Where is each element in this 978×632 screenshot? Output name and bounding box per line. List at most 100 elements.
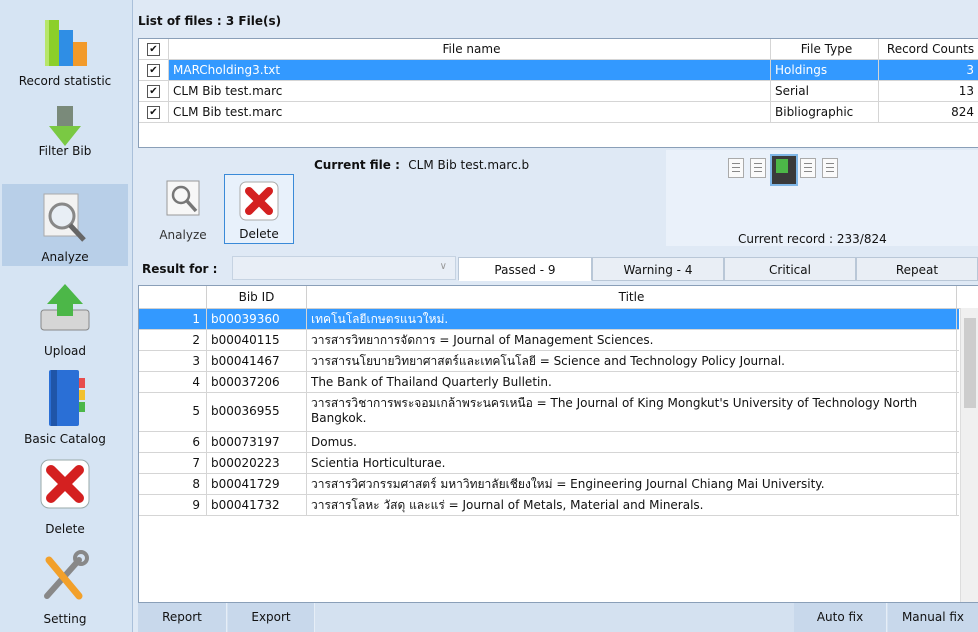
col-file-type[interactable]: File Type [771,39,879,59]
bib-title: The Bank of Thailand Quarterly Bulletin. [307,372,957,392]
bib-title: วารสารวิศวกรรมศาสตร์ มหาวิทยาลัยเชียงใหม… [307,474,957,494]
magnifier-icon [43,193,86,242]
tab-repeat[interactable]: Repeat [856,257,978,281]
record-count: 3 [879,60,978,80]
result-for-label: Result for : [142,262,218,276]
table-row[interactable]: 8 b00041729 วารสารวิศวกรรมศาสตร์ มหาวิทย… [139,474,959,495]
chevron-down-icon: ∨ [439,261,447,272]
file-name: CLM Bib test.marc [169,102,771,122]
bib-title: วารสารวิทยาการจัดการ = Journal of Manage… [307,330,957,350]
table-row[interactable]: 9 b00041732 วารสารโลหะ วัสดุ และแร่ = Jo… [139,495,959,516]
delete-x-icon [40,459,90,509]
sidebar-item-label: Delete [45,522,85,536]
file-type: Holdings [771,60,879,80]
table-row[interactable]: 2 b00040115 วารสารวิทยาการจัดการ = Journ… [139,330,959,351]
upload-icon [40,284,90,331]
file-table: ✔ File name File Type Record Counts ✔ MA… [138,38,978,148]
current-page-icon[interactable] [770,154,798,186]
bib-id: b00073197 [207,432,307,452]
page-first-icon[interactable] [728,158,744,178]
page-last-icon[interactable] [822,158,838,178]
table-row[interactable]: 7 b00020223 Scientia Horticulturae. [139,453,959,474]
bib-id: b00037206 [207,372,307,392]
row-number: 7 [139,453,207,473]
sidebar-item-label: Record statistic [18,74,112,88]
catalog-book-icon [49,370,85,426]
sidebar-item-delete[interactable]: Delete [2,450,128,538]
tab-warning[interactable]: Warning - 4 [592,257,724,281]
bib-title: วารสารวิชาการพระจอมเกล้าพระนครเหนือ = Th… [307,393,957,431]
file-row-checkbox[interactable]: ✔ [147,64,160,77]
auto-fix-button[interactable]: Auto fix [794,603,887,632]
sidebar-item-upload[interactable]: Upload [2,272,128,360]
select-all-checkbox[interactable]: ✔ [147,43,160,56]
sidebar-item-label: Filter Bib [38,144,92,158]
file-name: MARCholding3.txt [169,60,771,80]
sidebar-item-analyze[interactable]: Analyze [2,184,128,266]
file-row[interactable]: ✔ MARCholding3.txt Holdings 3 [139,60,978,81]
bib-id: b00039360 [207,309,307,329]
bib-title: วารสารนโยบายวิทยาศาสตร์และเทคโนโลยี = Sc… [307,351,957,371]
table-row[interactable]: 4 b00037206 The Bank of Thailand Quarter… [139,372,959,393]
bib-title: Domus. [307,432,957,452]
row-number: 6 [139,432,207,452]
record-count: 824 [879,102,978,122]
sidebar-item-basic-catalog[interactable]: Basic Catalog [2,360,128,448]
bib-title: Scientia Horticulturae. [307,453,957,473]
sidebar: Record statistic Filter Bib Analyze Uplo… [0,0,133,632]
sidebar-item-label: Basic Catalog [24,432,106,446]
col-record-counts[interactable]: Record Counts [879,39,978,59]
record-count: 13 [879,81,978,101]
file-row-checkbox[interactable]: ✔ [147,85,160,98]
analyze-button[interactable]: Analyze [148,174,218,244]
page-prev-icon[interactable] [750,158,766,178]
file-row-checkbox[interactable]: ✔ [147,106,160,119]
results-header: Bib ID Title [139,286,978,309]
row-number: 5 [139,393,207,431]
sidebar-item-setting[interactable]: Setting [2,540,128,628]
vertical-scrollbar[interactable] [960,308,978,602]
file-type: Serial [771,81,879,101]
results-grid: Bib ID Title 1 b00039360 เทคโนโลยีเกษตรแ… [138,285,978,603]
row-number: 1 [139,309,207,329]
analyze-label: Analyze [159,228,207,242]
magnifier-icon [166,180,200,216]
tools-icon [44,550,89,600]
bottom-action-bar: Report Export Auto fix Manual fix [138,603,978,632]
bib-title: วารสารโลหะ วัสดุ และแร่ = Journal of Met… [307,495,957,515]
result-for-select[interactable]: ∨ [232,256,456,280]
sidebar-item-record-statistic[interactable]: Record statistic [2,2,128,90]
table-row[interactable]: 1 b00039360 เทคโนโลยีเกษตรแนวใหม่. [139,309,959,330]
bib-id: b00041729 [207,474,307,494]
col-bib-id[interactable]: Bib ID [207,286,307,308]
table-row[interactable]: 6 b00073197 Domus. [139,432,959,453]
table-row[interactable]: 3 b00041467 วารสารนโยบายวิทยาศาสตร์และเท… [139,351,959,372]
tab-critical[interactable]: Critical [724,257,856,281]
file-name: CLM Bib test.marc [169,81,771,101]
sidebar-item-filter-bib[interactable]: Filter Bib [2,90,128,160]
select-all-cell[interactable]: ✔ [139,39,169,59]
delete-button[interactable]: Delete [224,174,294,244]
col-title[interactable]: Title [307,286,957,308]
file-row[interactable]: ✔ CLM Bib test.marc Bibliographic 824 [139,102,978,123]
row-number: 2 [139,330,207,350]
scrollbar-thumb[interactable] [964,318,976,408]
bib-title: เทคโนโลยีเกษตรแนวใหม่. [307,309,957,329]
bib-id: b00041732 [207,495,307,515]
export-button[interactable]: Export [228,603,315,632]
main-panel: List of files : 3 File(s) ✔ File name Fi… [134,0,978,632]
file-row[interactable]: ✔ CLM Bib test.marc Serial 13 [139,81,978,102]
col-file-name[interactable]: File name [169,39,771,59]
tab-passed[interactable]: Passed - 9 [458,257,592,281]
manual-fix-button[interactable]: Manual fix [888,603,978,632]
file-type: Bibliographic [771,102,879,122]
current-record: Current record : 233/824 [738,232,887,246]
file-table-header: ✔ File name File Type Record Counts [139,39,978,60]
page-next-icon[interactable] [800,158,816,178]
row-number: 4 [139,372,207,392]
files-header: List of files : 3 File(s) [138,14,282,28]
bib-id: b00036955 [207,393,307,431]
report-button[interactable]: Report [138,603,227,632]
col-row-num [139,286,207,308]
table-row[interactable]: 5 b00036955 วารสารวิชาการพระจอมเกล้าพระน… [139,393,959,432]
